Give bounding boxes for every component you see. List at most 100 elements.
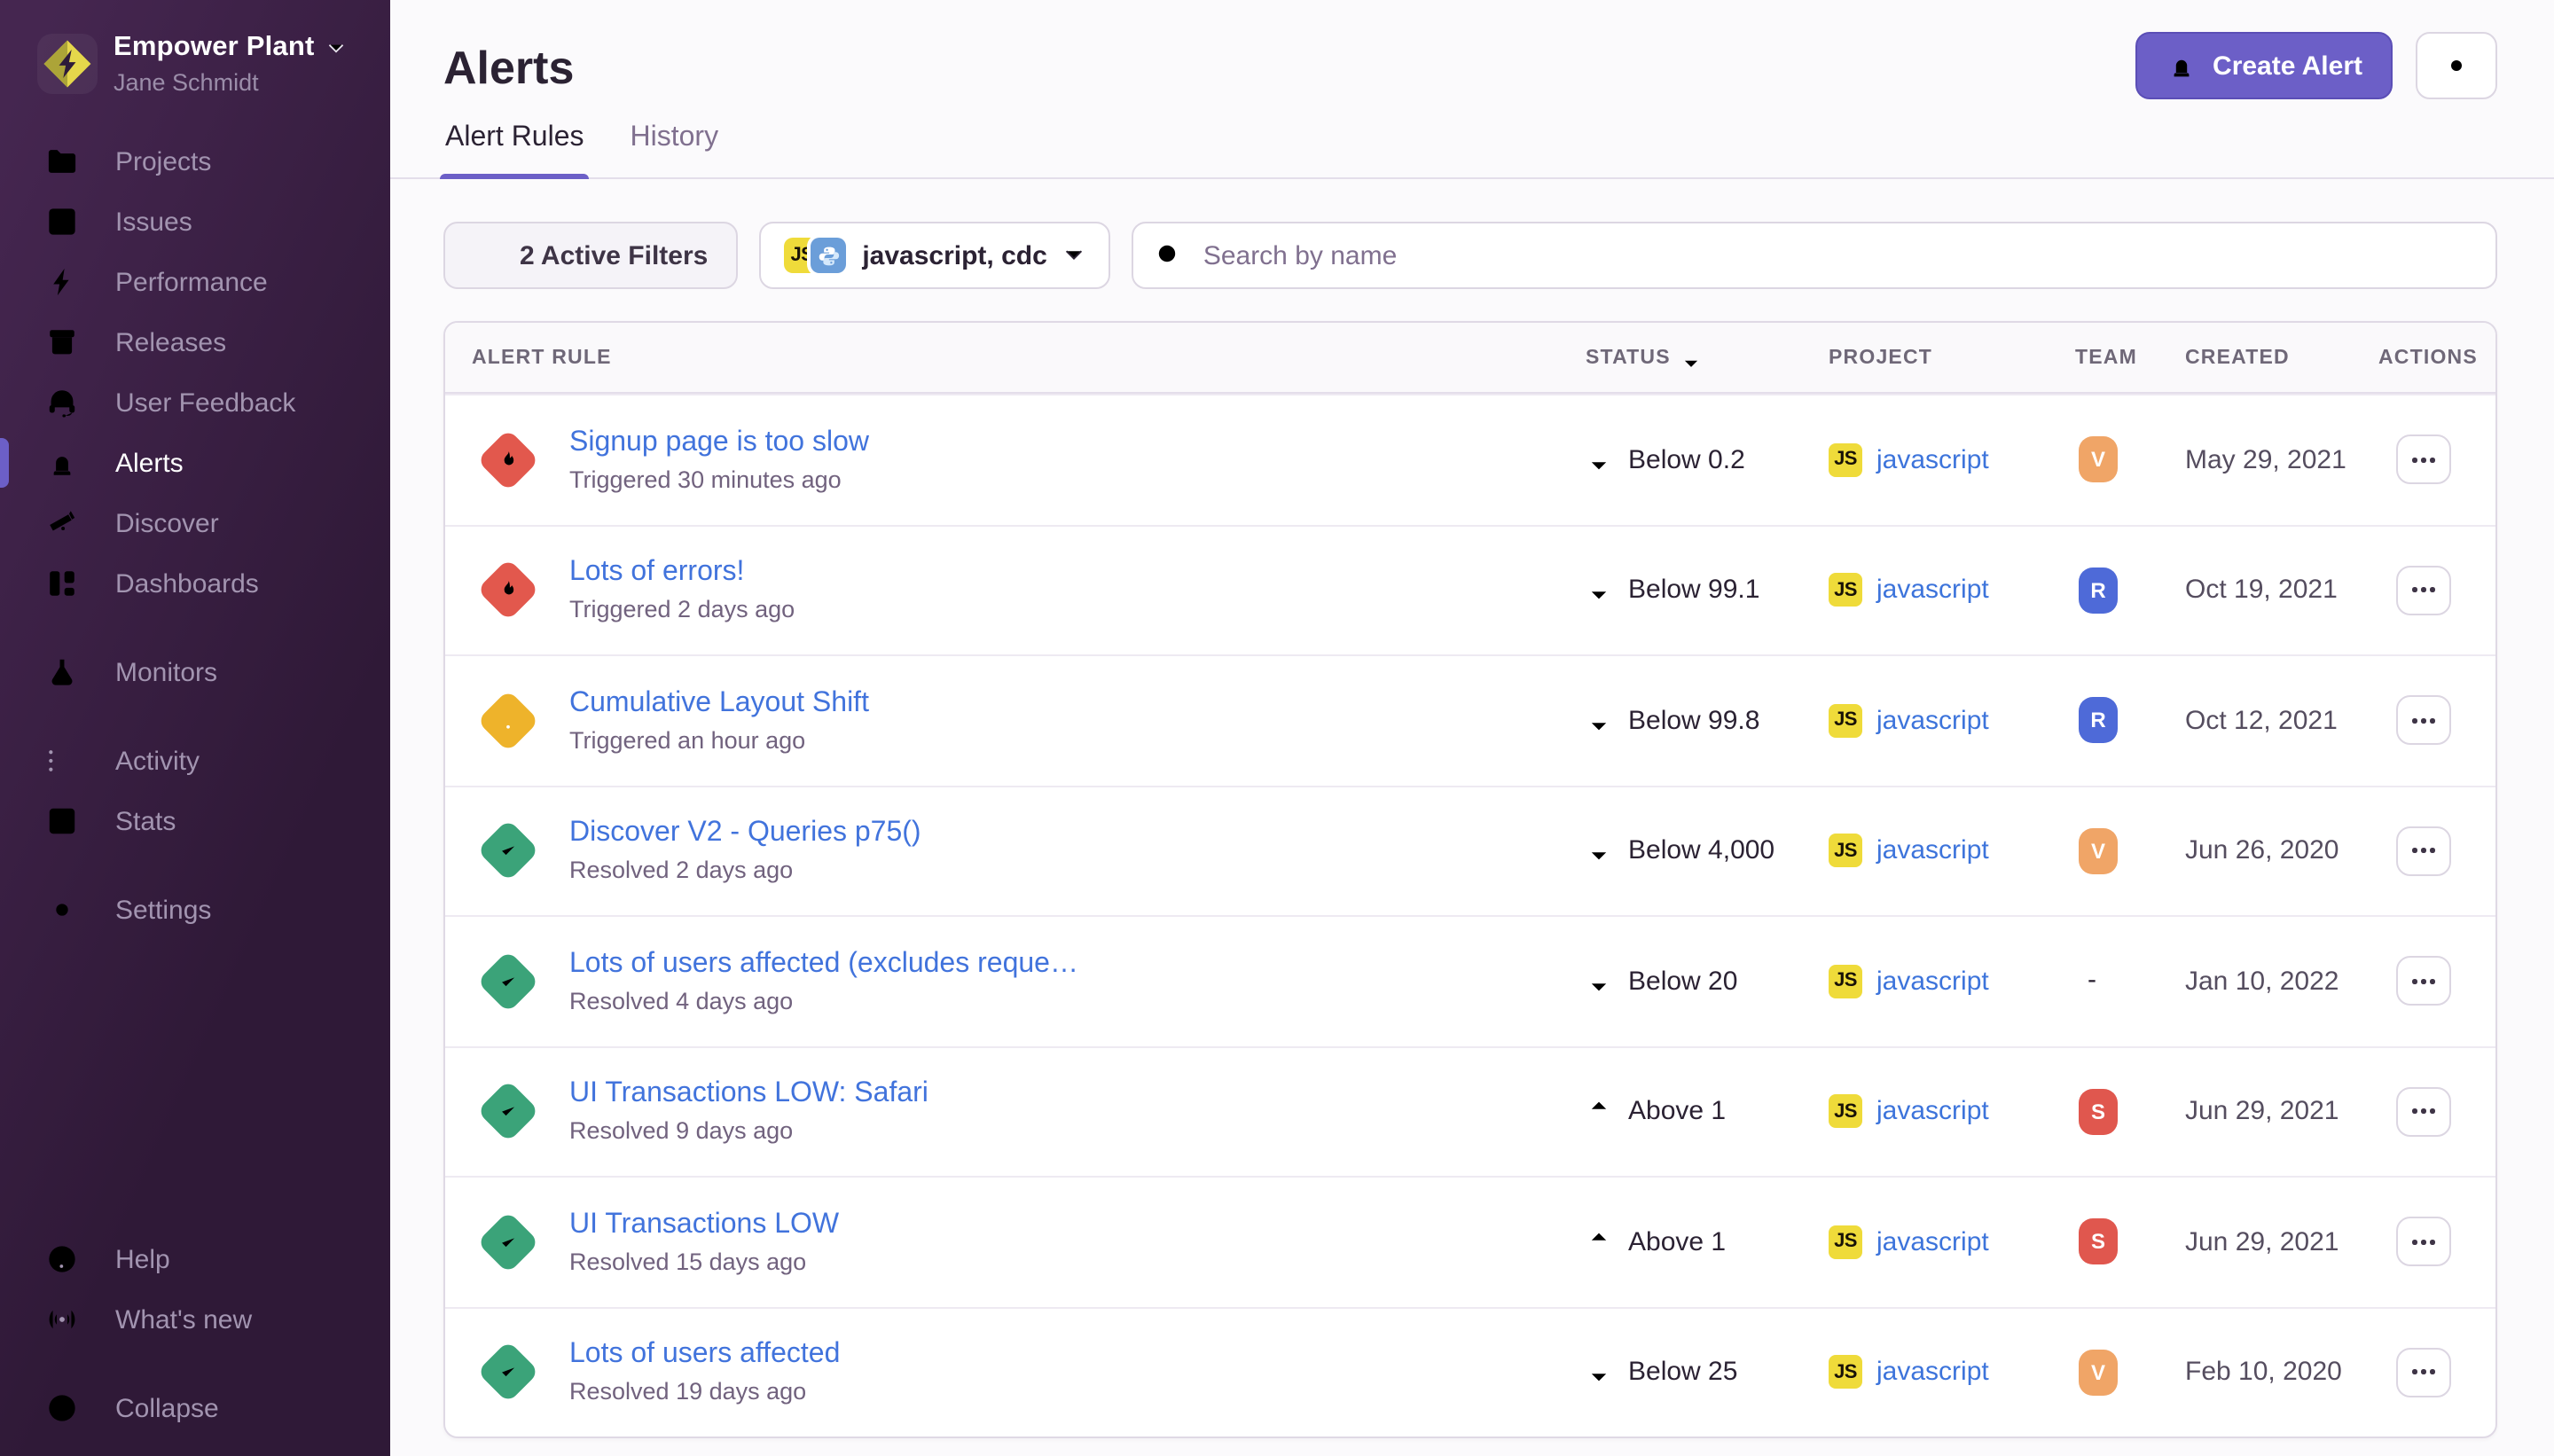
js-icon: JS — [1829, 834, 1862, 868]
check-icon — [477, 819, 540, 882]
filter-row: 2 Active Filters JS javascript, cdc — [443, 222, 2497, 289]
js-icon: JS — [1829, 704, 1862, 738]
created-cell: Jan 10, 2022 — [2185, 967, 2378, 997]
sidebar-item-discover[interactable]: Discover — [0, 493, 390, 553]
row-actions-button[interactable] — [2396, 1217, 2451, 1267]
status-cell: Above 1 — [1586, 1097, 1829, 1127]
row-actions-button[interactable] — [2396, 566, 2451, 615]
alert-rule-link[interactable]: Cumulative Layout Shift — [569, 688, 869, 720]
sidebar-item-label: What's new — [115, 1304, 252, 1335]
row-actions-button[interactable] — [2396, 957, 2451, 1006]
alert-rule-link[interactable]: Lots of users affected — [569, 1340, 840, 1372]
alert-rule-subtitle: Resolved 15 days ago — [569, 1249, 839, 1275]
sidebar-item-releases[interactable]: Releases — [0, 312, 390, 372]
sidebar-item-monitors[interactable]: Monitors — [0, 642, 390, 702]
team-cell: S — [2075, 1089, 2185, 1135]
project-link[interactable]: javascript — [1876, 967, 1989, 997]
sidebar-item-settings[interactable]: Settings — [0, 880, 390, 940]
alert-rule-link[interactable]: Signup page is too slow — [569, 427, 869, 459]
whats-new-icon — [44, 1302, 80, 1337]
sidebar-item-dashboards[interactable]: Dashboards — [0, 553, 390, 614]
project-selector[interactable]: JS javascript, cdc — [759, 222, 1110, 289]
active-filters-button[interactable]: 2 Active Filters — [443, 222, 738, 289]
row-actions-button[interactable] — [2396, 826, 2451, 876]
sidebar-item-label: Issues — [115, 207, 192, 237]
project-link[interactable]: javascript — [1876, 1227, 1989, 1257]
org-logo-icon — [37, 34, 98, 94]
sidebar-item-help[interactable]: Help — [0, 1229, 390, 1289]
sidebar-item-label: Discover — [115, 508, 219, 538]
alert-rule-link[interactable]: UI Transactions LOW — [569, 1209, 839, 1241]
project-link[interactable]: javascript — [1876, 706, 1989, 736]
row-actions-button[interactable] — [2396, 1087, 2451, 1137]
sidebar-item-stats[interactable]: Stats — [0, 791, 390, 851]
created-cell: Oct 19, 2021 — [2185, 575, 2378, 606]
sidebar-item-performance[interactable]: Performance — [0, 252, 390, 312]
sidebar-item-label: Settings — [115, 895, 211, 925]
sidebar-item-alerts[interactable]: Alerts — [0, 433, 390, 493]
project-link[interactable]: javascript — [1876, 575, 1989, 606]
team-cell: - — [2075, 966, 2185, 998]
column-header-alert-rule: Alert Rule — [445, 347, 1586, 368]
sidebar-item-label: Projects — [115, 146, 211, 176]
alert-rule-link[interactable]: Discover V2 - Queries p75() — [569, 818, 921, 850]
table-row: Signup page is too slowTriggered 30 minu… — [445, 394, 2495, 524]
alert-rule-link[interactable]: Lots of users affected (excludes reque… — [569, 949, 1078, 981]
project-link[interactable]: javascript — [1876, 836, 1989, 866]
project-cell: JSjavascript — [1829, 574, 2075, 607]
search-input[interactable] — [1132, 222, 2497, 289]
team-cell: V — [2075, 1350, 2185, 1396]
check-icon — [477, 1210, 540, 1273]
siren-icon — [2165, 50, 2197, 82]
monitors-icon — [44, 654, 80, 690]
js-icon: JS — [1829, 1356, 1862, 1389]
sidebar-item-issues[interactable]: Issues — [0, 192, 390, 252]
alert-rule-link[interactable]: Lots of errors! — [569, 558, 795, 590]
check-icon — [477, 1080, 540, 1143]
table-row: Cumulative Layout ShiftTriggered an hour… — [445, 654, 2495, 785]
org-switcher[interactable]: Empower Plant Jane Schmidt — [0, 0, 390, 96]
table-row: Lots of users affected (excludes reque…R… — [445, 915, 2495, 1045]
sidebar-item-label: Monitors — [115, 657, 217, 687]
tab-alert-rules[interactable]: Alert Rules — [443, 122, 586, 177]
row-actions-button[interactable] — [2396, 696, 2451, 746]
python-icon — [811, 238, 846, 273]
team-cell: V — [2075, 828, 2185, 874]
js-icon: JS — [1829, 965, 1862, 998]
project-cell: JSjavascript — [1829, 1225, 2075, 1259]
sidebar-item-activity[interactable]: Activity — [0, 731, 390, 791]
create-alert-button[interactable]: Create Alert — [2135, 32, 2393, 99]
table-header: Alert Rule Status Project Team Created A… — [445, 323, 2495, 394]
tab-history[interactable]: History — [629, 122, 721, 177]
project-link[interactable]: javascript — [1876, 1097, 1989, 1127]
team-empty: - — [2088, 966, 2096, 996]
sidebar-item-user-feedback[interactable]: User Feedback — [0, 372, 390, 433]
activity-icon — [44, 743, 80, 779]
issues-icon — [44, 204, 80, 239]
alert-rule-link[interactable]: UI Transactions LOW: Safari — [569, 1079, 928, 1111]
arrow-up-icon — [1586, 1097, 1612, 1127]
team-cell: V — [2075, 437, 2185, 483]
row-actions-button[interactable] — [2396, 1348, 2451, 1397]
project-link[interactable]: javascript — [1876, 445, 1989, 475]
sidebar-item-collapse[interactable]: Collapse — [0, 1378, 390, 1438]
search-icon — [1156, 241, 1184, 270]
tabs: Alert Rules History — [443, 122, 2497, 177]
row-actions-button[interactable] — [2396, 435, 2451, 485]
arrow-down-icon — [1586, 575, 1612, 606]
status-cell: Below 25 — [1586, 1358, 1829, 1388]
js-icon: JS — [1829, 1095, 1862, 1129]
alerts-settings-button[interactable] — [2416, 32, 2497, 99]
sidebar-item-label: Dashboards — [115, 568, 259, 599]
arrow-down-icon — [1586, 836, 1612, 866]
created-cell: Jun 26, 2020 — [2185, 836, 2378, 866]
sidebar-item-whats-new[interactable]: What's new — [0, 1289, 390, 1350]
column-header-status[interactable]: Status — [1586, 345, 1829, 370]
gear-icon — [2440, 50, 2472, 82]
sidebar-item-projects[interactable]: Projects — [0, 131, 390, 192]
arrow-down-icon — [1586, 445, 1612, 475]
status-cell: Below 99.8 — [1586, 706, 1829, 736]
project-link[interactable]: javascript — [1876, 1358, 1989, 1388]
arrow-up-icon — [1586, 1227, 1612, 1257]
sidebar-footer: Help What's new Collapse — [0, 1229, 390, 1456]
